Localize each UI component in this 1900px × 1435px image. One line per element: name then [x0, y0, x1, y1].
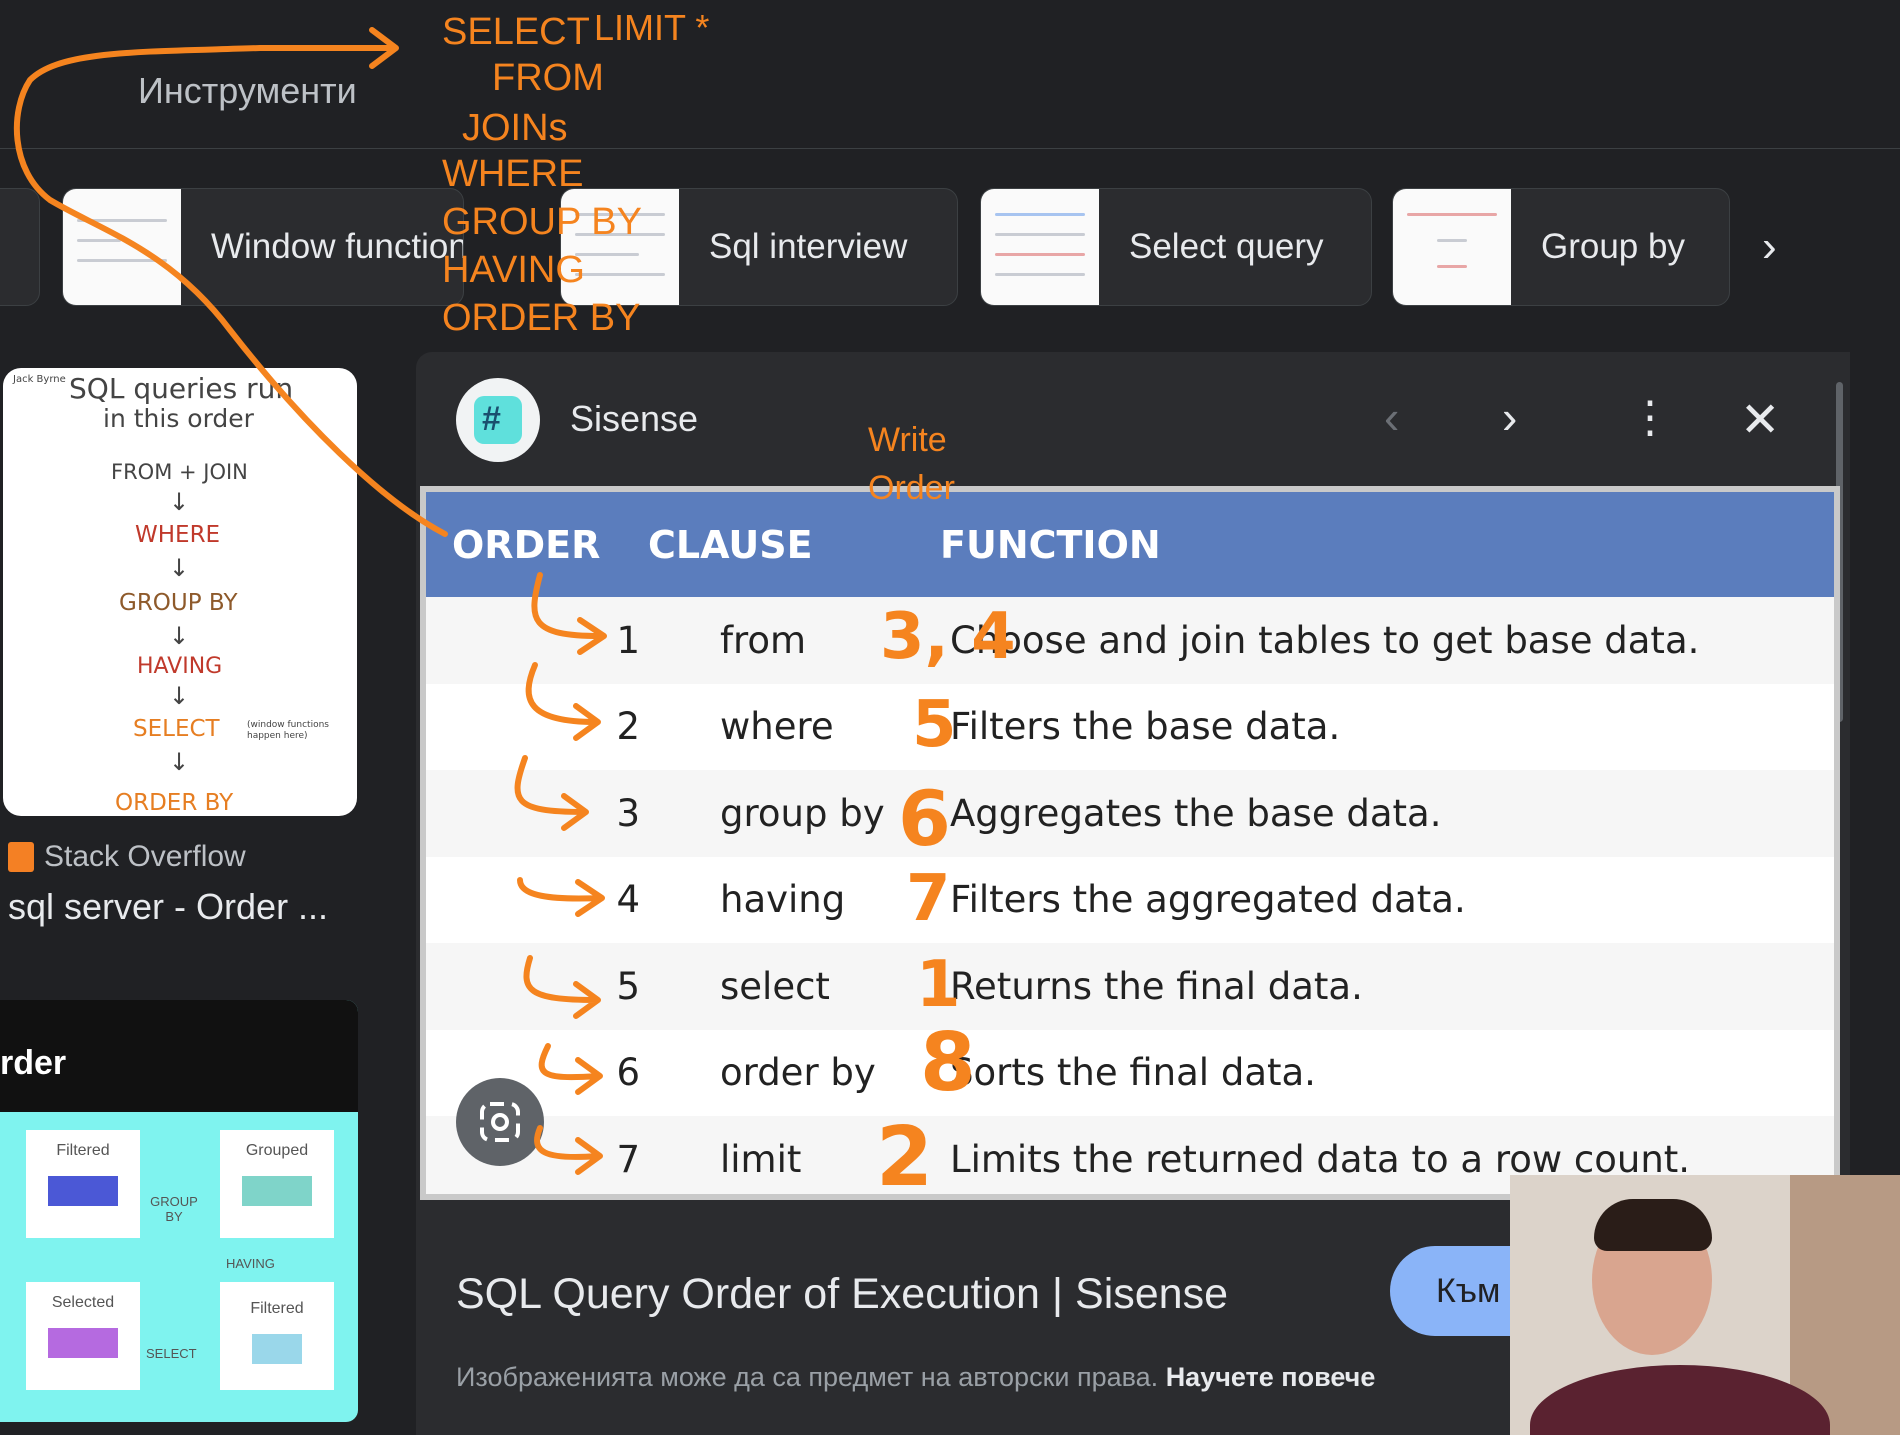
annotation-text: ORDER BY: [442, 297, 641, 339]
write-order-number: 5: [912, 688, 957, 762]
write-order-number: 8: [920, 1016, 976, 1109]
annotation-text: HAVING: [442, 249, 585, 291]
annotation-text: Write: [868, 421, 947, 459]
row-arrow: [523, 955, 601, 1019]
annotation-text: SELECT: [442, 11, 590, 53]
row-arrow: [525, 662, 601, 741]
row-arrow: [538, 1043, 603, 1095]
annotation-loop-arrow: [13, 45, 448, 537]
row-arrow: [517, 877, 605, 917]
write-order-number: 1: [916, 948, 961, 1022]
row-arrow: [531, 572, 607, 655]
write-order-number: 3, 4: [880, 600, 1016, 674]
annotation-text: Order: [868, 469, 955, 507]
write-order-number: 7: [906, 862, 951, 936]
row-arrow: [534, 1125, 603, 1175]
annotation-text: FROM: [492, 57, 604, 99]
write-order-number: 2: [876, 1110, 934, 1205]
annotation-text: LIMIT *: [594, 7, 710, 48]
row-arrow: [514, 755, 589, 831]
annotation-text: GROUP BY: [442, 201, 642, 243]
annotation-text: JOINs: [462, 107, 568, 149]
annotation-text: WHERE: [442, 153, 584, 195]
write-order-number: 6: [898, 774, 951, 863]
